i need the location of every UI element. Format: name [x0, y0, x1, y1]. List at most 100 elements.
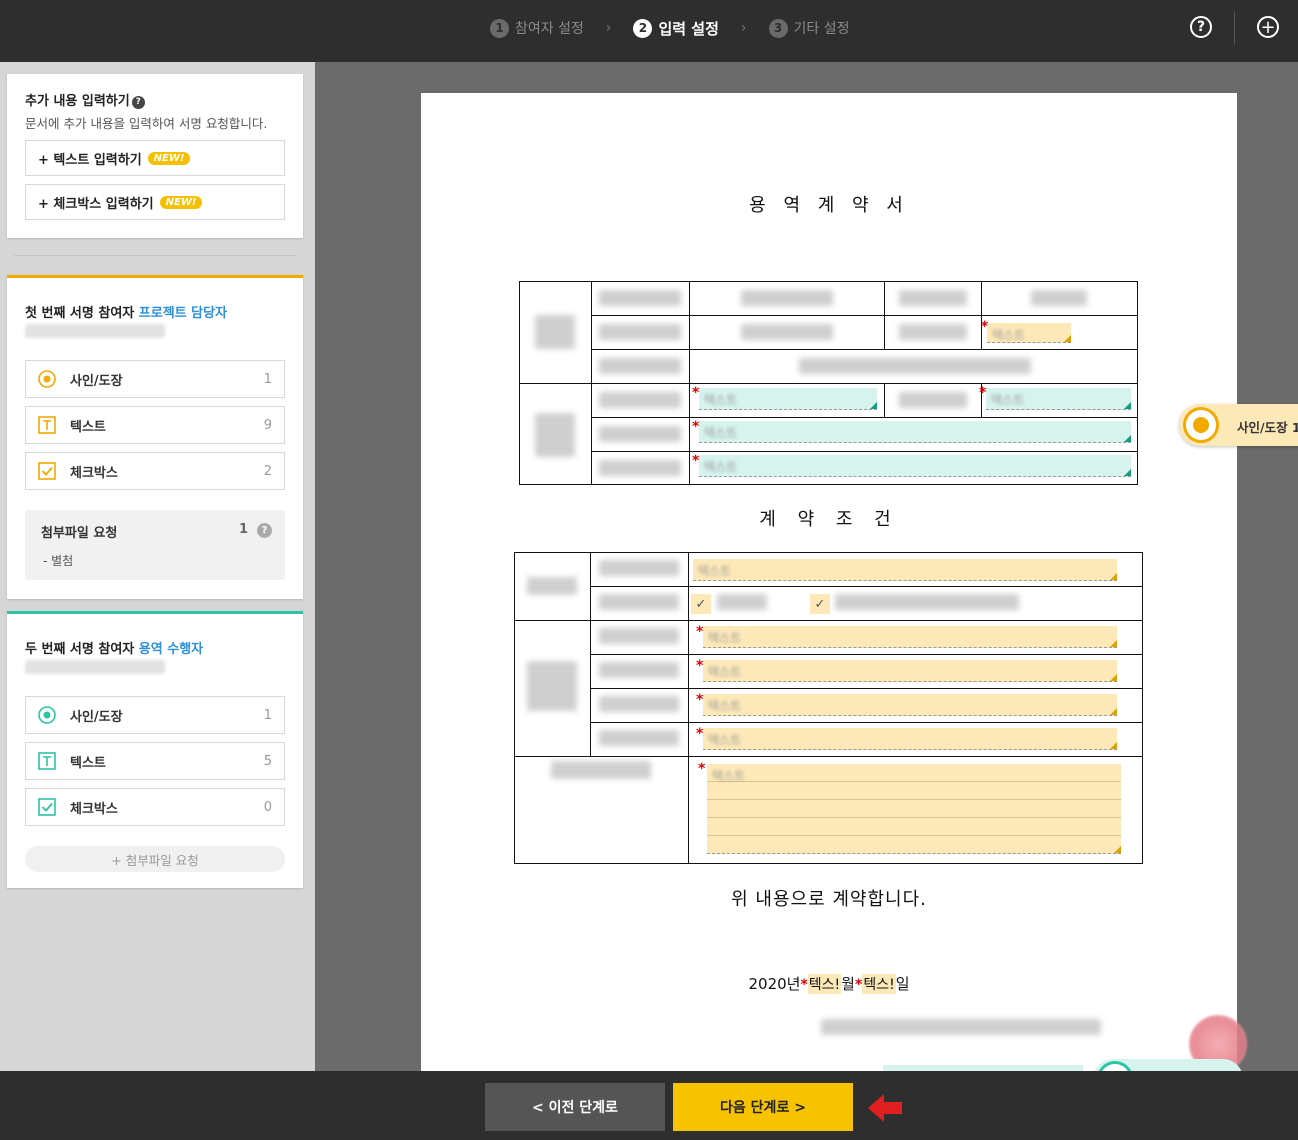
- redacted-text: [599, 662, 679, 678]
- text-field-count: 5: [263, 753, 272, 769]
- textarea-input-field[interactable]: 텍스트: [707, 764, 1121, 854]
- participant-2-heading: 두 번째 서명 참여자 용역 수행자: [25, 638, 203, 657]
- table-line: [590, 586, 1143, 587]
- sign-stamp-field[interactable]: [1093, 1059, 1243, 1071]
- text-input-field[interactable]: 텍스트: [987, 323, 1071, 343]
- checkbox-field[interactable]: ✓: [810, 594, 830, 614]
- step-indicator: 1 참여자 설정 › 2 입력 설정 › 3 기타 설정: [490, 14, 850, 42]
- extra-input-card: 추가 내용 입력하기? 문서에 추가 내용을 입력하여 서명 요청합니다. + …: [7, 74, 303, 238]
- resize-handle-icon[interactable]: [1124, 469, 1131, 476]
- redacted-text: [717, 594, 767, 610]
- table-line: [519, 383, 1138, 384]
- field-placeholder: 텍스트: [992, 328, 1026, 342]
- step-other-settings[interactable]: 3 기타 설정: [768, 18, 850, 38]
- sign-stamp-icon: [1097, 1061, 1133, 1071]
- top-bar: 1 참여자 설정 › 2 입력 설정 › 3 기타 설정 ? +: [0, 0, 1298, 62]
- new-badge: NEW!: [159, 195, 203, 209]
- participant-1-role: 프로젝트 담당자: [138, 306, 228, 321]
- text-field-item[interactable]: 텍스트 9: [25, 406, 285, 444]
- required-mark: *: [800, 977, 808, 993]
- redacted-text: [535, 413, 575, 457]
- redacted-text: [821, 1019, 1101, 1035]
- checkbox-field-item[interactable]: 체크박스 0: [25, 788, 285, 826]
- text-input-field[interactable]: 텍스트: [703, 694, 1117, 716]
- redacted-text: [599, 290, 681, 306]
- add-checkbox-label: + 체크박스 입력하기: [38, 196, 154, 212]
- attachment-item: - 별첨: [43, 554, 74, 568]
- help-icon[interactable]: ?: [131, 95, 145, 109]
- table-line: [514, 756, 1143, 757]
- text-input-field[interactable]: 텍스트: [693, 559, 1117, 581]
- date-year: 2020년: [748, 975, 801, 993]
- text-input-field[interactable]: 텍스트: [699, 421, 1131, 443]
- table-line: [591, 349, 1138, 350]
- table-line: [590, 722, 1143, 723]
- text-input-field[interactable]: 텍스트: [699, 388, 877, 410]
- attachment-request-box[interactable]: 첨부파일 요청 1 ? - 별첨: [25, 510, 285, 580]
- resize-handle-icon[interactable]: [1124, 435, 1131, 442]
- field-placeholder: 텍스트: [708, 733, 742, 747]
- redacted-text: [599, 392, 681, 408]
- redacted-text: [599, 628, 679, 644]
- resize-handle-icon[interactable]: [1110, 708, 1117, 715]
- table-line: [688, 552, 689, 864]
- text-input-field[interactable]: 텍스트: [703, 660, 1117, 682]
- redacted-text: [599, 324, 681, 340]
- table-line: [590, 654, 1143, 655]
- table-line: [514, 620, 1143, 621]
- field-placeholder: 텍스트: [708, 665, 742, 679]
- checkbox-field-label: 체크박스: [70, 801, 118, 817]
- resize-handle-icon[interactable]: [1110, 573, 1117, 580]
- help-icon[interactable]: ?: [257, 523, 272, 538]
- redacted-text: [899, 290, 967, 306]
- closing-statement: 위 내용으로 계약합니다.: [731, 889, 927, 910]
- text-input-field[interactable]: 텍스트: [699, 455, 1131, 477]
- text-input-field[interactable]: 텍스트: [703, 626, 1117, 648]
- help-icon[interactable]: ?: [1190, 16, 1212, 38]
- text-input-field[interactable]: 텍스트: [986, 388, 1131, 410]
- day-input-field[interactable]: 텍스!: [862, 974, 896, 994]
- add-text-button[interactable]: + 텍스트 입력하기 NEW!: [25, 140, 285, 176]
- next-step-button[interactable]: 다음 단계로 >: [673, 1083, 853, 1131]
- text-field-item[interactable]: 텍스트 5: [25, 742, 285, 780]
- text-input-field[interactable]: 텍스트: [703, 728, 1117, 750]
- sign-stamp-field[interactable]: 사인/도장 1: [1179, 404, 1298, 446]
- month-input-field[interactable]: 텍스!: [807, 974, 842, 994]
- redacted-text: [899, 392, 967, 408]
- table-line: [591, 417, 1138, 418]
- divider: [1234, 12, 1235, 44]
- resize-handle-icon[interactable]: [1110, 674, 1117, 681]
- checkbox-field-item[interactable]: 체크박스 2: [25, 452, 285, 490]
- checkbox-field-count: 2: [263, 463, 272, 479]
- resize-handle-icon[interactable]: [870, 402, 877, 409]
- add-attachment-request-button[interactable]: + 첨부파일 요청: [25, 846, 285, 872]
- step-label: 기타 설정: [793, 21, 850, 37]
- participant-2-order: 두 번째 서명 참여자: [25, 642, 135, 657]
- bottom-bar: < 이전 단계로 다음 단계로 >: [0, 1071, 1298, 1140]
- attachment-title: 첨부파일 요청: [41, 526, 118, 541]
- checkbox-field[interactable]: ✓: [691, 594, 711, 614]
- table-line: [884, 315, 885, 349]
- resize-handle-icon[interactable]: [1114, 846, 1121, 853]
- redacted-text: [535, 315, 575, 349]
- resize-handle-icon[interactable]: [1110, 640, 1117, 647]
- text-icon: [38, 752, 56, 770]
- step-input-settings[interactable]: 2 입력 설정: [633, 18, 719, 39]
- step-participants[interactable]: 1 참여자 설정: [490, 18, 584, 38]
- resize-handle-icon[interactable]: [1124, 402, 1131, 409]
- redacted-text: [527, 661, 577, 711]
- resize-handle-icon[interactable]: [1064, 335, 1071, 342]
- participant-1-order: 첫 번째 서명 참여자: [25, 306, 135, 321]
- document-viewer[interactable]: 용 역 계 약 서 * 텍스트 * 텍스트 * 텍스트 * 텍스트 * 텍스트 …: [315, 62, 1298, 1071]
- add-checkbox-button[interactable]: + 체크박스 입력하기 NEW!: [25, 184, 285, 220]
- field-placeholder: 텍스트: [704, 460, 738, 474]
- add-circle-icon[interactable]: +: [1257, 16, 1279, 38]
- text-icon: [38, 416, 56, 434]
- redacted-text: [741, 290, 833, 306]
- sign-field-item[interactable]: 사인/도장 1: [25, 360, 285, 398]
- table-line: [590, 688, 1143, 689]
- prev-step-button[interactable]: < 이전 단계로: [485, 1083, 665, 1131]
- sign-field-item[interactable]: 사인/도장 1: [25, 696, 285, 734]
- redacted-text: [1031, 290, 1087, 306]
- resize-handle-icon[interactable]: [1110, 742, 1117, 749]
